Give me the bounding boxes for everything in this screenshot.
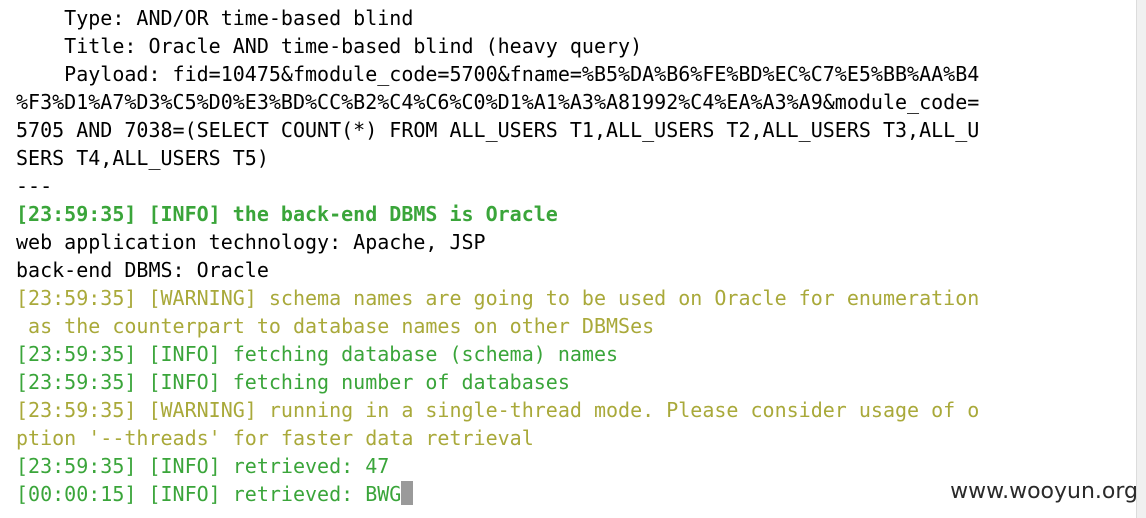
watermark-text: www.wooyun.org bbox=[950, 479, 1138, 504]
log-warning-single-thread-2: ption '--threads' for faster data retrie… bbox=[16, 426, 534, 450]
terminal-line-payload-3: 5705 AND 7038=(SELECT COUNT(*) FROM ALL_… bbox=[16, 118, 980, 142]
terminal-line-payload-4: SERS T4,ALL_USERS T5) bbox=[16, 146, 269, 170]
terminal-line-backend-dbms: back-end DBMS: Oracle bbox=[16, 258, 269, 282]
terminal-line-payload-1: Payload: fid=10475&fmodule_code=5700&fna… bbox=[16, 62, 980, 86]
terminal-cursor[interactable] bbox=[401, 481, 414, 505]
terminal-line-title: Title: Oracle AND time-based blind (heav… bbox=[16, 34, 643, 58]
terminal-line-separator: --- bbox=[16, 174, 53, 198]
log-warning-schema-2: as the counterpart to database names on … bbox=[16, 314, 655, 338]
terminal-line-web-tech: web application technology: Apache, JSP bbox=[16, 230, 486, 254]
terminal-line-type: Type: AND/OR time-based blind bbox=[16, 6, 414, 30]
log-warning-schema-1: [23:59:35] [WARNING] schema names are go… bbox=[16, 286, 980, 310]
log-warning-single-thread-1: [23:59:35] [WARNING] running in a single… bbox=[16, 398, 980, 422]
log-info-fetching-names: [23:59:35] [INFO] fetching database (sch… bbox=[16, 342, 619, 366]
log-info-retrieved-value-text: [00:00:15] [INFO] retrieved: BWG bbox=[16, 482, 402, 506]
terminal-line-payload-2: %F3%D1%A7%D3%C5%D0%E3%BD%CC%B2%C4%C6%C0%… bbox=[16, 90, 980, 114]
vertical-scrollbar[interactable] bbox=[1136, 0, 1146, 518]
log-info-fetching-number: [23:59:35] [INFO] fetching number of dat… bbox=[16, 370, 570, 394]
log-info-retrieved-count: [23:59:35] [INFO] retrieved: 47 bbox=[16, 454, 390, 478]
terminal-window[interactable]: Type: AND/OR time-based blind Title: Ora… bbox=[0, 0, 1146, 518]
log-info-dbms-detected: [23:59:35] [INFO] the back-end DBMS is O… bbox=[16, 202, 558, 226]
